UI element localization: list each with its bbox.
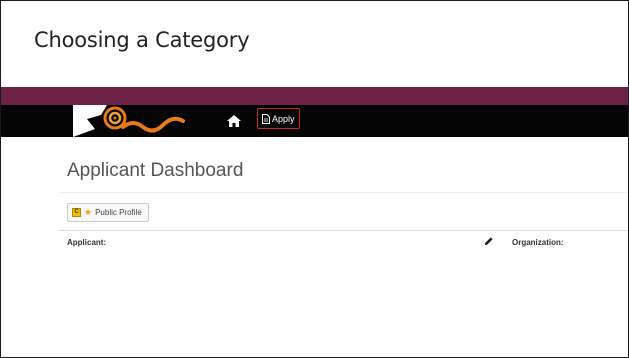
apply-button[interactable]: Apply <box>257 108 300 129</box>
slide-title: Choosing a Category <box>34 28 250 52</box>
organization-label: Organization: <box>512 238 564 247</box>
apply-label: Apply <box>272 113 295 124</box>
pencil-icon[interactable] <box>483 236 494 247</box>
page-title: Applicant Dashboard <box>67 160 244 181</box>
slide: Choosing a Category Apply Applicant Dash… <box>0 0 629 358</box>
dashboard-page: Applicant Dashboard C ★ Public Profile A… <box>45 137 628 357</box>
public-profile-button[interactable]: C ★ Public Profile <box>67 203 149 222</box>
applicant-label: Applicant: <box>67 238 107 247</box>
navbar <box>1 105 628 137</box>
category-badge: C <box>72 208 81 217</box>
star-icon: ★ <box>84 207 93 217</box>
section-divider <box>59 230 628 231</box>
document-icon <box>262 113 270 124</box>
swirl-logo-icon[interactable] <box>73 105 193 137</box>
accent-band <box>1 87 628 105</box>
public-profile-label: Public Profile <box>95 208 142 217</box>
home-icon[interactable] <box>226 113 242 129</box>
title-divider <box>59 192 628 193</box>
